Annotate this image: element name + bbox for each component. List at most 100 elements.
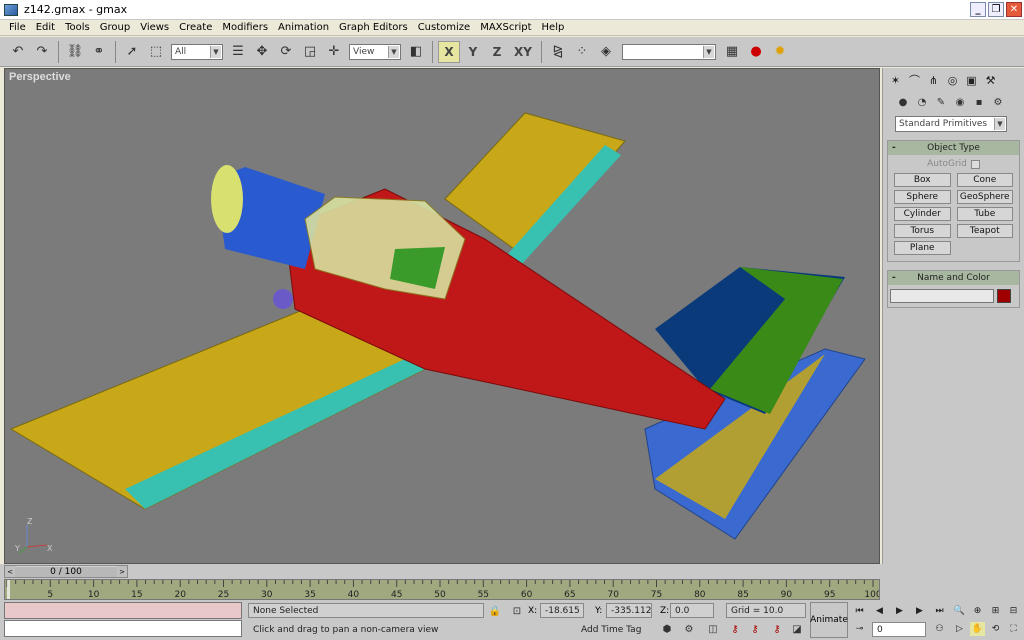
key-tangent-out-icon[interactable]: ⚷: [770, 622, 784, 636]
zoom-extents-all-icon[interactable]: ⊟: [1006, 604, 1021, 618]
pivot-icon[interactable]: ✛: [323, 41, 345, 63]
minimize-button[interactable]: _: [970, 2, 986, 17]
select-by-name-icon[interactable]: ☰: [227, 41, 249, 63]
menu-group[interactable]: Group: [95, 22, 135, 33]
prev-frame-icon[interactable]: ◀: [872, 604, 887, 618]
pivot-center-icon[interactable]: ◧: [405, 41, 427, 63]
axis-z-button[interactable]: Z: [486, 41, 508, 63]
key-mode-icon[interactable]: ⬢: [660, 622, 674, 636]
material-editor-icon[interactable]: ▦: [721, 41, 743, 63]
axis-x-button[interactable]: X: [438, 40, 460, 63]
shapes-icon[interactable]: ◔: [914, 95, 930, 109]
utilities-tab-icon[interactable]: ⚒: [982, 72, 999, 89]
redo-icon[interactable]: ↷: [31, 41, 53, 63]
absolute-mode-icon[interactable]: ⊡: [510, 604, 524, 618]
category-dropdown[interactable]: Standard Primitives ▼: [895, 116, 1007, 132]
menu-maxscript[interactable]: MAXScript: [475, 22, 536, 33]
object-color-swatch[interactable]: [997, 289, 1011, 303]
selection-filter-dropdown[interactable]: All ▼: [171, 43, 223, 60]
goto-end-icon[interactable]: ⏭: [932, 604, 947, 618]
pan-icon[interactable]: ✋: [970, 622, 985, 636]
z-coord-field[interactable]: 0.0: [670, 603, 714, 618]
autogrid-checkbox[interactable]: [970, 159, 980, 169]
move-icon[interactable]: ✥: [251, 41, 273, 63]
rotate-icon[interactable]: ⟳: [275, 41, 297, 63]
menu-help[interactable]: Help: [537, 22, 570, 33]
spinner[interactable]: [211, 165, 243, 233]
helpers-icon[interactable]: ▪: [971, 95, 987, 109]
animate-button[interactable]: Animate: [810, 602, 848, 638]
current-frame-field[interactable]: 0: [872, 622, 926, 637]
play-icon[interactable]: ▶: [892, 604, 907, 618]
key-mode-toggle-icon[interactable]: ⊸: [852, 622, 867, 636]
time-config-icon[interactable]: ◪: [790, 622, 804, 636]
array-icon[interactable]: ⁘: [571, 41, 593, 63]
hierarchy-tab-icon[interactable]: ⋔: [925, 72, 942, 89]
coord-system-dropdown[interactable]: View ▼: [349, 43, 401, 60]
menu-customize[interactable]: Customize: [413, 22, 476, 33]
menu-graph-editors[interactable]: Graph Editors: [334, 22, 413, 33]
menu-tools[interactable]: Tools: [60, 22, 95, 33]
set-key-icon[interactable]: ⚙: [682, 622, 696, 636]
arc-rotate-icon[interactable]: ⟲: [988, 622, 1003, 636]
object-type-header[interactable]: - Object Type: [888, 141, 1019, 155]
y-coord-field[interactable]: -335.112: [606, 603, 652, 618]
named-selection-dropdown[interactable]: ▼: [622, 43, 716, 60]
key-icon[interactable]: ⚷: [728, 622, 742, 636]
menu-edit[interactable]: Edit: [31, 22, 60, 33]
menu-file[interactable]: File: [4, 22, 31, 33]
cameras-icon[interactable]: ◉: [952, 95, 968, 109]
name-color-header[interactable]: - Name and Color: [888, 271, 1019, 285]
cone-button[interactable]: Cone: [956, 173, 1013, 187]
sphere-button[interactable]: Sphere: [894, 190, 951, 204]
viewport-label[interactable]: Perspective: [9, 71, 71, 83]
align-icon[interactable]: ◈: [595, 41, 617, 63]
next-frame-icon[interactable]: ▶: [912, 604, 927, 618]
slider-left-icon[interactable]: <: [5, 566, 15, 577]
zoom-all-icon[interactable]: ⊕: [970, 604, 985, 618]
key-filter-icon[interactable]: ◫: [706, 622, 720, 636]
zoom-extents-icon[interactable]: ⊞: [988, 604, 1003, 618]
quick-render-icon[interactable]: ✹: [769, 41, 791, 63]
propeller-hub[interactable]: [273, 289, 293, 309]
modify-tab-icon[interactable]: ⌒: [906, 72, 923, 89]
select-arrow-icon[interactable]: ➚: [121, 41, 143, 63]
add-time-tag[interactable]: Add Time Tag: [576, 622, 650, 637]
time-slider[interactable]: < 0 / 100 >: [4, 565, 128, 578]
link-icon[interactable]: ⛓: [64, 41, 86, 63]
teapot-button[interactable]: Teapot: [956, 224, 1013, 238]
axis-y-button[interactable]: Y: [462, 41, 484, 63]
time-configuration-icon[interactable]: ⚇: [932, 622, 947, 636]
zoom-icon[interactable]: 🔍: [952, 604, 967, 618]
plane-button[interactable]: Plane: [894, 241, 951, 255]
select-region-icon[interactable]: ⬚: [145, 41, 167, 63]
restore-button[interactable]: ❐: [988, 2, 1004, 17]
close-button[interactable]: ✕: [1006, 2, 1022, 17]
maximize-viewport-icon[interactable]: ⛶: [1006, 622, 1021, 636]
lock-icon[interactable]: 🔒: [488, 604, 502, 618]
menu-create[interactable]: Create: [174, 22, 217, 33]
maxscript-listener-input[interactable]: [4, 620, 242, 637]
scale-icon[interactable]: ◲: [299, 41, 321, 63]
plane-model[interactable]: [5, 69, 880, 564]
render-icon[interactable]: ●: [745, 41, 767, 63]
maxscript-listener-output[interactable]: [4, 602, 242, 619]
time-cursor[interactable]: [7, 580, 10, 600]
track-bar[interactable]: 5 10 15 20 25 30 35 40 45 50 55 60 65 70 75 80 85 90 95 100: [4, 579, 880, 600]
box-button[interactable]: Box: [894, 173, 951, 187]
undo-icon[interactable]: ↶: [7, 41, 29, 63]
mirror-icon[interactable]: ⧎: [547, 41, 569, 63]
geometry-icon[interactable]: ●: [895, 95, 911, 109]
cylinder-button[interactable]: Cylinder: [894, 207, 951, 221]
menu-views[interactable]: Views: [135, 22, 174, 33]
motion-tab-icon[interactable]: ◎: [944, 72, 961, 89]
geosphere-button[interactable]: GeoSphere: [956, 190, 1013, 204]
axis-xy-button[interactable]: XY: [510, 41, 536, 63]
lights-icon[interactable]: ✎: [933, 95, 949, 109]
x-coord-field[interactable]: -18.615: [540, 603, 584, 618]
create-tab-icon[interactable]: ✶: [887, 72, 904, 89]
display-tab-icon[interactable]: ▣: [963, 72, 980, 89]
goto-start-icon[interactable]: ⏮: [852, 604, 867, 618]
unlink-icon[interactable]: ⚭: [88, 41, 110, 63]
menu-animation[interactable]: Animation: [273, 22, 334, 33]
